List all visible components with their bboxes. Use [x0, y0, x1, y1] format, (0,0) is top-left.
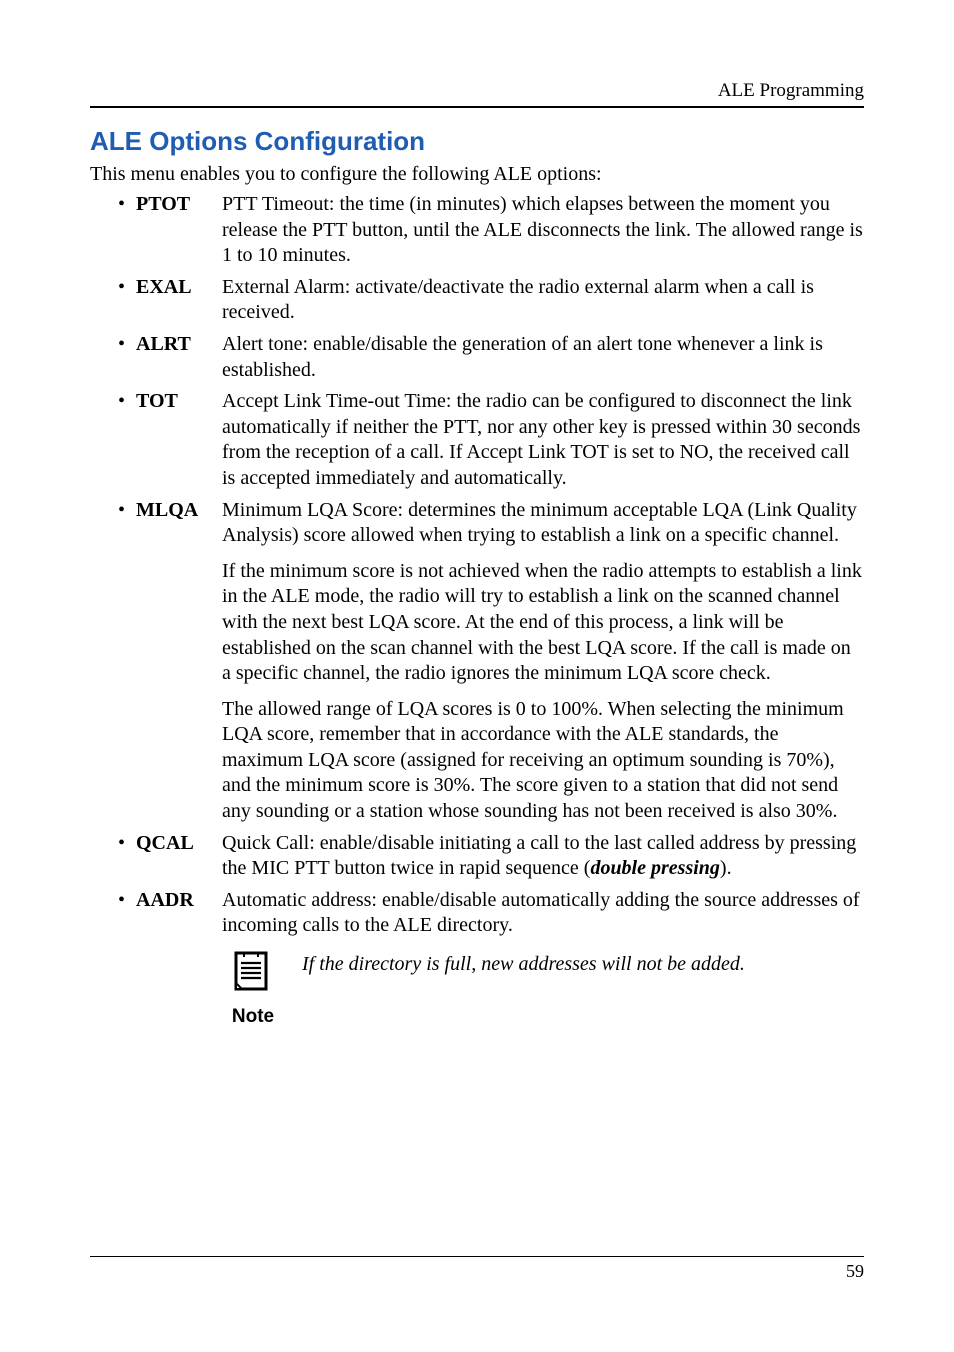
option-term: TOT	[136, 389, 222, 415]
option-desc: Minimum LQA Score: determines the minimu…	[222, 498, 864, 825]
section-title: ALE Options Configuration	[90, 126, 864, 157]
mlqa-paragraph-2: If the minimum score is not achieved whe…	[222, 559, 864, 687]
note-icon	[230, 949, 276, 995]
qcal-emph: double pressing	[590, 857, 719, 879]
qcal-suffix: ).	[720, 857, 732, 879]
bullet-icon: •	[118, 831, 136, 855]
bullet-icon: •	[118, 389, 136, 413]
mlqa-paragraph-3: The allowed range of LQA scores is 0 to …	[222, 697, 864, 825]
option-qcal: • QCAL Quick Call: enable/disable initia…	[118, 831, 864, 882]
option-desc: External Alarm: activate/deactivate the …	[222, 275, 864, 326]
option-term: EXAL	[136, 275, 222, 301]
option-term: ALRT	[136, 332, 222, 358]
option-desc: Alert tone: enable/disable the generatio…	[222, 332, 864, 383]
mlqa-paragraph-1: Minimum LQA Score: determines the minimu…	[222, 498, 864, 549]
bullet-icon: •	[118, 498, 136, 522]
option-term: AADR	[136, 888, 222, 914]
bullet-icon: •	[118, 888, 136, 912]
option-desc: Quick Call: enable/disable initiating a …	[222, 831, 864, 882]
option-exal: • EXAL External Alarm: activate/deactiva…	[118, 275, 864, 326]
option-desc: PTT Timeout: the time (in minutes) which…	[222, 192, 864, 269]
option-mlqa: • MLQA Minimum LQA Score: determines the…	[118, 498, 864, 825]
option-desc: Automatic address: enable/disable automa…	[222, 888, 864, 1029]
bullet-icon: •	[118, 275, 136, 299]
page-number: 59	[846, 1261, 864, 1281]
intro-text: This menu enables you to configure the f…	[90, 163, 864, 186]
bullet-icon: •	[118, 192, 136, 216]
note-text: If the directory is full, new addresses …	[302, 949, 864, 977]
note-block: Note If the directory is full, new addre…	[222, 949, 864, 1029]
option-term: QCAL	[136, 831, 222, 857]
bullet-icon: •	[118, 332, 136, 356]
option-tot: • TOT Accept Link Time-out Time: the rad…	[118, 389, 864, 491]
options-list: • PTOT PTT Timeout: the time (in minutes…	[90, 192, 864, 1029]
page-footer: 59	[90, 1256, 864, 1282]
option-ptot: • PTOT PTT Timeout: the time (in minutes…	[118, 192, 864, 269]
page-header-right: ALE Programming	[90, 80, 864, 108]
note-icon-wrap: Note	[222, 949, 284, 1029]
aadr-desc-text: Automatic address: enable/disable automa…	[222, 888, 864, 939]
option-aadr: • AADR Automatic address: enable/disable…	[118, 888, 864, 1029]
option-term: MLQA	[136, 498, 222, 524]
option-term: PTOT	[136, 192, 222, 218]
qcal-prefix: Quick Call: enable/disable initiating a …	[222, 832, 856, 880]
note-label: Note	[222, 1005, 284, 1029]
option-alrt: • ALRT Alert tone: enable/disable the ge…	[118, 332, 864, 383]
option-desc: Accept Link Time-out Time: the radio can…	[222, 389, 864, 491]
